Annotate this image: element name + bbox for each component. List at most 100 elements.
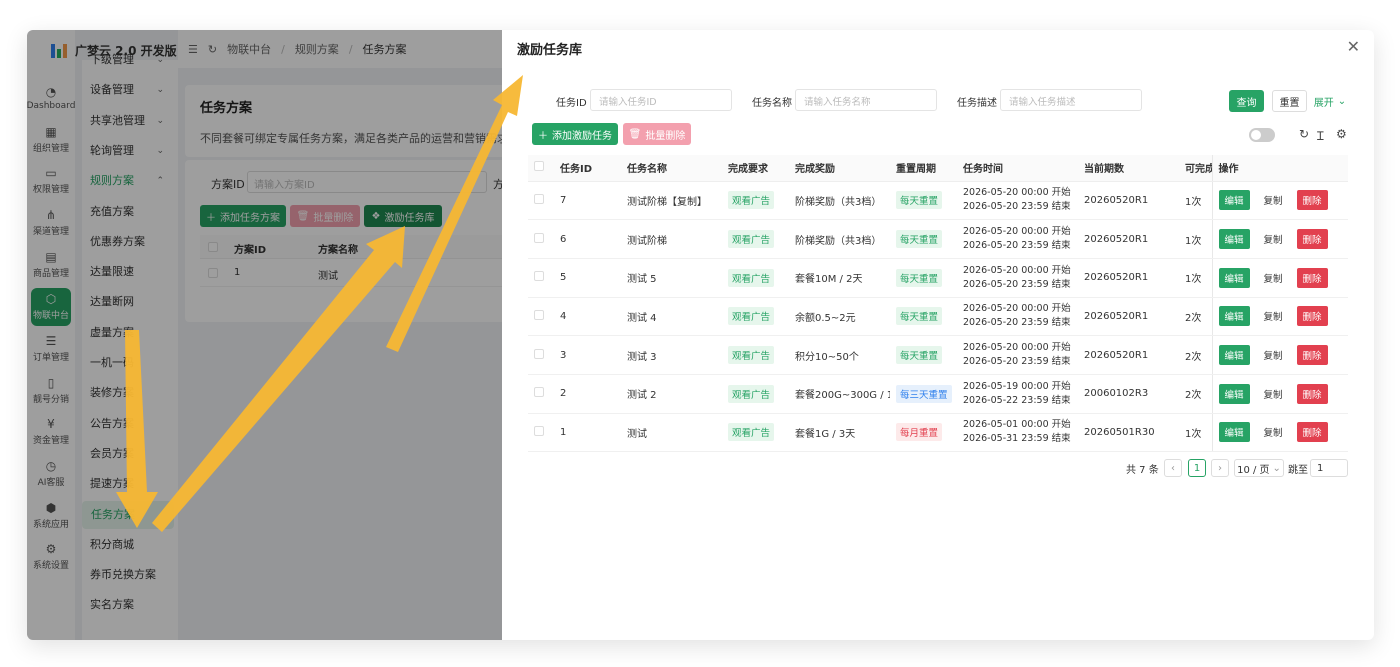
delete-button[interactable]: 删除 xyxy=(1296,229,1328,250)
modal-overlay[interactable] xyxy=(27,30,502,640)
table-row[interactable]: 4 测试 4 观看广告 余额0.5~2元 每天重置 2026-05-20 00:00 开始… xyxy=(528,297,1348,337)
period-cell: 20260520R1 xyxy=(1078,181,1179,221)
table-row[interactable]: 5 测试 5 观看广告 套餐10M / 2天 每天重置 2026-05-20 00:00 … xyxy=(528,258,1348,298)
row-checkbox[interactable] xyxy=(534,309,544,320)
page-1-button[interactable]: 1 xyxy=(1188,459,1206,477)
refresh-icon[interactable]: ↻ xyxy=(1299,127,1309,141)
table-row[interactable]: 6 测试阶梯 观看广告 阶梯奖励（共3档） 每天重置 2026-05-20 00:00 开… xyxy=(528,219,1348,259)
reward-cell: 套餐1G / 3天 xyxy=(789,413,890,453)
times-cell: 2次 xyxy=(1179,335,1212,375)
requirement-cell: 观看广告 xyxy=(722,335,789,375)
copy-button[interactable]: 复制 xyxy=(1258,268,1289,288)
row-select-cell xyxy=(528,413,554,453)
requirement-cell: 观看广告 xyxy=(722,297,789,337)
delete-button[interactable]: 删除 xyxy=(1296,383,1328,404)
edit-button[interactable]: 编辑 xyxy=(1218,229,1250,250)
task-time-cell: 2026-05-01 00:00 开始 2026-05-31 23:59 结束 xyxy=(957,413,1078,453)
search-button[interactable]: 查询 xyxy=(1229,90,1264,112)
task-time-cell: 2026-05-20 00:00 开始 2026-05-20 23:59 结束 xyxy=(957,335,1078,375)
chevron-down-icon: ⌄ xyxy=(1272,462,1281,474)
add-incentive-task-button[interactable]: ＋添加激励任务 xyxy=(532,123,618,145)
next-page-button[interactable]: › xyxy=(1211,459,1229,477)
table-row[interactable]: 3 测试 3 观看广告 积分10~50个 每天重置 2026-05-20 00:00 开始… xyxy=(528,335,1348,375)
row-checkbox[interactable] xyxy=(534,425,544,436)
edit-button[interactable]: 编辑 xyxy=(1218,422,1250,443)
copy-button[interactable]: 复制 xyxy=(1258,384,1289,404)
edit-button[interactable]: 编辑 xyxy=(1218,345,1250,366)
end-time: 2026-05-20 23:59 结束 xyxy=(963,240,1071,252)
reward-cell: 套餐200G~300G / 1… xyxy=(789,374,890,414)
task-desc-input[interactable]: 请输入任务描述 xyxy=(1000,89,1142,111)
requirement-tag: 观看广告 xyxy=(728,384,775,403)
period-cell: 20260520R1 xyxy=(1078,297,1179,337)
app-window: ◔ Dashboard ▦ 组织管理 ▭ 权限管理 ⋔ 渠道管理 ▤ 商品管理 ⬡ 物联中台 ☰ 订单管理… xyxy=(27,30,1374,640)
delete-button[interactable]: 删除 xyxy=(1296,190,1328,211)
reset-button[interactable]: 重置 xyxy=(1272,90,1307,112)
actions-cell: 编辑 复制 删除 xyxy=(1211,374,1348,414)
reward-cell: 阶梯奖励（共3档） xyxy=(789,181,890,221)
edit-button[interactable]: 编辑 xyxy=(1218,267,1250,288)
delete-button[interactable]: 删除 xyxy=(1296,267,1328,288)
reset-cycle-tag: 每天重置 xyxy=(896,191,943,210)
delete-button[interactable]: 删除 xyxy=(1296,306,1328,327)
edit-button[interactable]: 编辑 xyxy=(1218,383,1250,404)
row-checkbox[interactable] xyxy=(534,271,544,282)
header-actions: 操作 xyxy=(1211,155,1348,182)
delete-button[interactable]: 删除 xyxy=(1296,345,1328,366)
edit-button[interactable]: 编辑 xyxy=(1218,306,1250,327)
row-checkbox[interactable] xyxy=(534,232,544,243)
reset-cycle-cell: 每天重置 xyxy=(890,297,957,337)
row-checkbox[interactable] xyxy=(534,193,544,204)
reset-cycle-tag: 每天重置 xyxy=(896,268,943,287)
actions-cell: 编辑 复制 删除 xyxy=(1211,258,1348,298)
end-time: 2026-05-20 23:59 结束 xyxy=(963,317,1071,329)
reward-cell: 余额0.5~2元 xyxy=(789,297,890,337)
reset-cycle-cell: 每天重置 xyxy=(890,219,957,259)
requirement-tag: 观看广告 xyxy=(728,346,775,365)
delete-button[interactable]: 删除 xyxy=(1296,422,1328,443)
start-time: 2026-05-19 00:00 开始 xyxy=(963,380,1071,392)
page-size-select[interactable]: 10 / 页 ⌄ xyxy=(1234,459,1284,477)
requirement-tag: 观看广告 xyxy=(728,423,775,442)
task-id-cell: 7 xyxy=(554,181,621,221)
expand-button[interactable]: 展开 ⌄ xyxy=(1313,90,1347,112)
batch-delete-task-button[interactable]: 🗑 批量删除 xyxy=(623,123,691,145)
table-header-row: 任务ID 任务名称 完成要求 完成奖励 重置周期 任务时间 当前期数 可完成次数… xyxy=(528,155,1348,182)
column-height-icon[interactable]: Ɪ xyxy=(1317,127,1324,144)
start-time: 2026-05-01 00:00 开始 xyxy=(963,419,1071,431)
table-row[interactable]: 7 测试阶梯【复制】 观看广告 阶梯奖励（共3档） 每天重置 2026-05-20 00:… xyxy=(528,181,1348,221)
row-checkbox[interactable] xyxy=(534,387,544,398)
task-time-cell: 2026-05-19 00:00 开始 2026-05-22 23:59 结束 xyxy=(957,374,1078,414)
copy-button[interactable]: 复制 xyxy=(1258,345,1289,365)
density-toggle[interactable] xyxy=(1249,128,1275,142)
times-cell: 1次 xyxy=(1179,258,1212,298)
times-cell: 2次 xyxy=(1179,297,1212,337)
task-name-cell: 测试阶梯【复制】 xyxy=(621,181,722,221)
task-id-cell: 5 xyxy=(554,258,621,298)
period-cell: 20060102R3 xyxy=(1078,374,1179,414)
close-icon[interactable]: ✕ xyxy=(1347,37,1360,56)
table-row[interactable]: 1 测试 观看广告 套餐1G / 3天 每月重置 2026-05-01 00:00 开始 2… xyxy=(528,413,1348,453)
table-row[interactable]: 2测试 2 观看广告套餐200G~300G / 1… 每三天重置 2026-05-19… xyxy=(528,374,1348,414)
row-checkbox[interactable] xyxy=(534,348,544,359)
task-name-input[interactable]: 请输入任务名称 xyxy=(795,89,937,111)
select-all-checkbox[interactable] xyxy=(534,161,544,172)
task-id-cell: 6 xyxy=(554,219,621,259)
copy-button[interactable]: 复制 xyxy=(1258,306,1289,326)
prev-page-button[interactable]: ‹ xyxy=(1164,459,1182,477)
copy-button[interactable]: 复制 xyxy=(1258,190,1289,210)
start-time: 2026-05-20 00:00 开始 xyxy=(963,264,1071,276)
plus-icon: ＋ xyxy=(538,130,548,142)
copy-button[interactable]: 复制 xyxy=(1258,229,1289,249)
requirement-cell: 观看广告 xyxy=(722,181,789,221)
actions-cell: 编辑 复制 删除 xyxy=(1211,219,1348,259)
actions-cell: 编辑 复制 删除 xyxy=(1211,413,1348,453)
task-id-input[interactable]: 请输入任务ID xyxy=(590,89,732,111)
settings-gear-icon[interactable]: ⚙ xyxy=(1336,127,1347,141)
edit-button[interactable]: 编辑 xyxy=(1218,190,1250,211)
period-cell: 20260520R1 xyxy=(1078,219,1179,259)
copy-button[interactable]: 复制 xyxy=(1258,422,1289,442)
row-select-cell xyxy=(528,297,554,337)
jump-page-input[interactable]: 1 xyxy=(1310,459,1348,477)
header-completable-times: 可完成次数 xyxy=(1179,155,1212,182)
